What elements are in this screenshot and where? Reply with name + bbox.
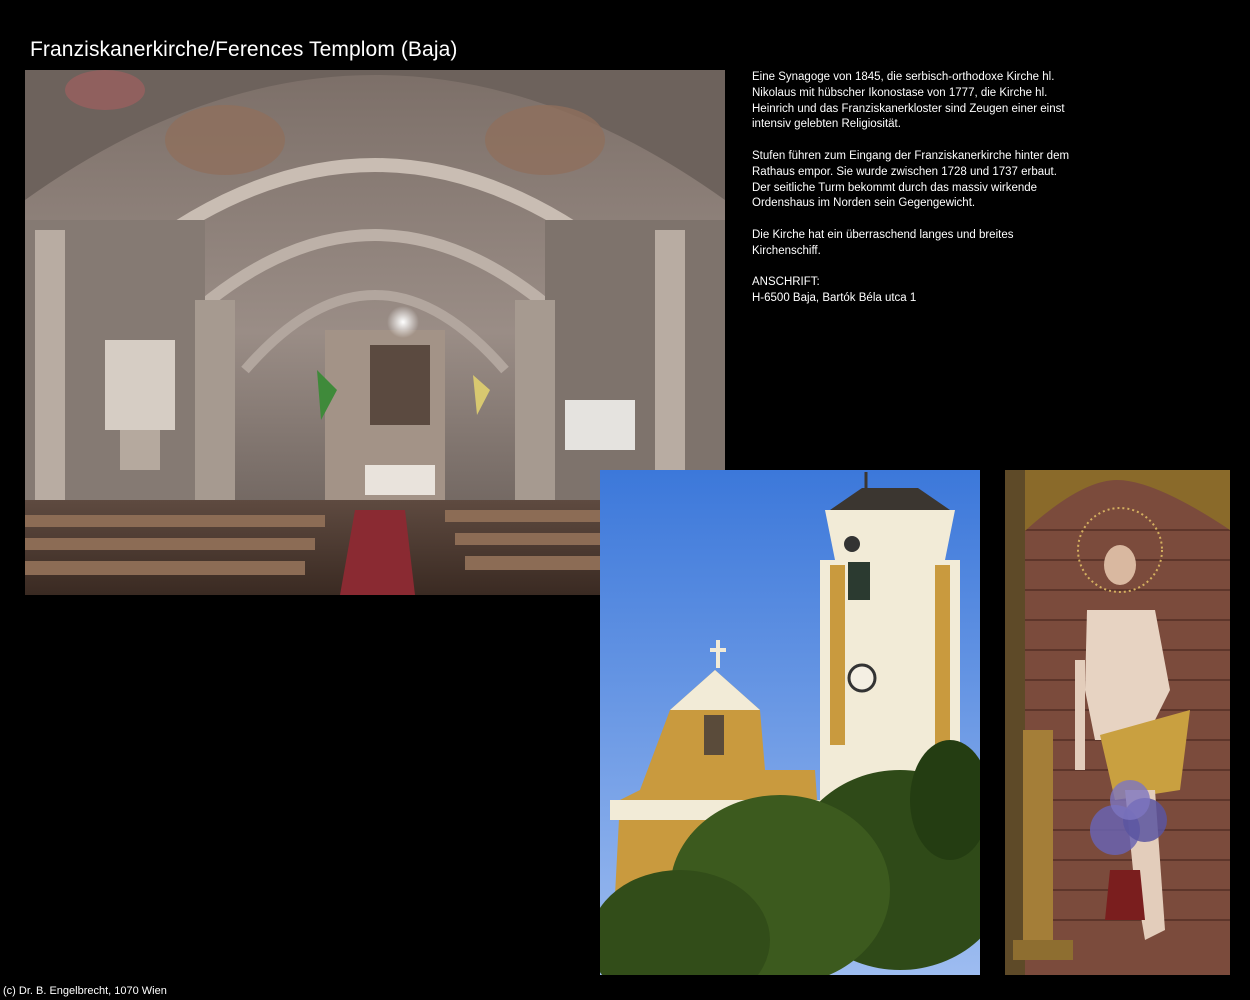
church-exterior-photo bbox=[600, 470, 980, 975]
address-label: ANSCHRIFT: bbox=[752, 276, 820, 289]
address: H-6500 Baja, Bartók Béla utca 1 bbox=[752, 292, 917, 305]
christ-statue-photo bbox=[1005, 470, 1230, 975]
description-text: Eine Synagoge von 1845, die serbisch-ort… bbox=[752, 70, 1072, 307]
paragraph: Stufen führen zum Eingang der Franziskan… bbox=[752, 149, 1070, 210]
paragraph: Eine Synagoge von 1845, die serbisch-ort… bbox=[752, 71, 1065, 131]
copyright-footer: (c) Dr. B. Engelbrecht, 1070 Wien bbox=[3, 985, 167, 997]
paragraph: Die Kirche hat ein überraschend langes u… bbox=[752, 228, 1014, 257]
page-title: Franziskanerkirche/Ferences Templom (Baj… bbox=[30, 38, 458, 62]
